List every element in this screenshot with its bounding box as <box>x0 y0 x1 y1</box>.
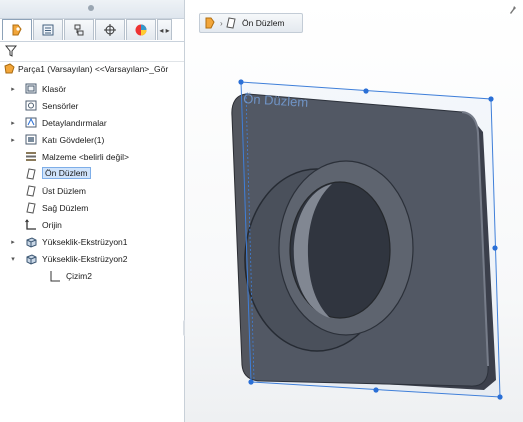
plane-handle[interactable] <box>373 387 379 393</box>
plane-handle[interactable] <box>488 96 494 102</box>
plane-handle[interactable] <box>238 79 244 85</box>
plane-handle[interactable] <box>497 394 503 400</box>
part-model[interactable]: Ön Düzlem <box>0 0 523 422</box>
breadcrumb-part-icon[interactable] <box>200 14 220 32</box>
plane-handle[interactable] <box>492 245 498 251</box>
breadcrumb-label: Ön Düzlem <box>242 18 285 28</box>
plane-handle[interactable] <box>248 379 254 385</box>
breadcrumb-plane-icon <box>226 17 236 29</box>
front-plane-outline <box>240 81 501 398</box>
plane-handle[interactable] <box>363 88 369 94</box>
pin-icon[interactable] <box>508 5 518 17</box>
breadcrumb[interactable]: › Ön Düzlem <box>199 13 303 33</box>
